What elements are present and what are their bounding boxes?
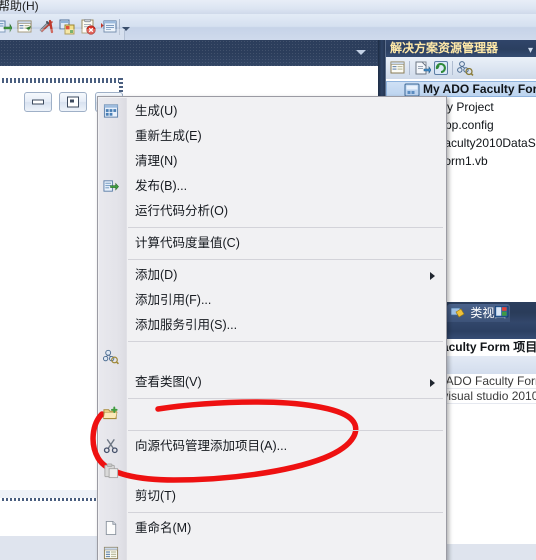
minimize-icon — [32, 99, 44, 105]
build-icon — [103, 103, 120, 120]
menu-item-label: 运行代码分析(O) — [135, 204, 229, 218]
maximize-button[interactable] — [59, 92, 88, 112]
menu-item-help[interactable]: 帮助(H) — [0, 0, 39, 13]
properties-icon[interactable] — [390, 60, 407, 76]
paste-icon — [103, 463, 120, 480]
menu-item-label: 添加引用(F)... — [135, 293, 212, 307]
submenu-arrow-icon — [430, 272, 435, 280]
menu-item-debug[interactable]: 查看类图(V) — [98, 370, 446, 395]
toolbar-overflow-button[interactable] — [120, 20, 131, 34]
toolbar-separator — [452, 61, 453, 75]
project-icon — [404, 83, 420, 97]
class-view-icon — [450, 306, 465, 318]
toolbar-button-output[interactable] — [99, 17, 119, 37]
menu-item-label: 清理(N) — [135, 154, 178, 168]
menu-separator — [128, 512, 443, 513]
menu-separator — [128, 398, 443, 399]
menu-item-label: 查看类图(V) — [135, 375, 202, 389]
publish-icon — [0, 19, 13, 35]
app-window: 帮助(H) 解决方案资源管理器 ▾ My ADO Faculty Form My… — [0, 0, 536, 560]
menu-item-label: 计算代码度量值(C) — [135, 236, 240, 250]
toolbar-button-publish[interactable] — [0, 17, 14, 37]
menu-item-add-reference[interactable]: 添加引用(F)... — [98, 288, 446, 313]
menu-separator — [128, 259, 443, 260]
menu-item-add-service-reference[interactable]: 添加服务引用(S)... — [98, 313, 446, 338]
menu-item-label: 重新生成(E) — [135, 129, 202, 143]
solution-explorer-toolbar — [386, 57, 536, 80]
tabwell-texture — [0, 40, 378, 66]
output-window-icon — [101, 19, 117, 35]
maximize-icon — [67, 96, 80, 108]
project-context-menu[interactable]: 生成(U) 重新生成(E) 清理(N) 发布(B)... 运行代码分析(O) 计… — [97, 96, 447, 560]
toolbar-button-toolbox[interactable] — [57, 17, 77, 37]
menu-item-calculate-code-metrics[interactable]: 计算代码度量值(C) — [98, 231, 446, 256]
menu-separator — [128, 341, 443, 342]
toolbar-button-properties-window[interactable] — [15, 17, 35, 37]
tools-options-icon — [38, 19, 54, 35]
menu-item-rename[interactable]: 剪切(T) — [98, 484, 446, 509]
menu-item-open-folder-in-windows-explorer[interactable]: 重命名(M) — [98, 516, 446, 541]
add-to-source-control-icon — [103, 406, 120, 423]
menu-separator — [128, 430, 443, 431]
menu-item-label: 添加(D) — [135, 268, 178, 282]
menu-item-label: 添加服务引用(S)... — [135, 318, 238, 332]
solution-explorer-title-label: 解决方案资源管理器 — [390, 41, 499, 55]
minimize-button[interactable] — [24, 92, 52, 112]
form-top-grip[interactable] — [0, 78, 122, 83]
menu-item-paste[interactable] — [98, 459, 446, 484]
tree-item-label: Faculty2010DataSet.xsd — [437, 136, 536, 150]
properties-window-icon — [17, 19, 33, 35]
menu-item-view-class-diagram[interactable] — [98, 345, 446, 370]
toolbar — [0, 14, 536, 54]
view-class-diagram-icon[interactable] — [457, 60, 474, 76]
menu-item-cut[interactable]: 向源代码管理添加项目(A)... — [98, 434, 446, 459]
show-all-files-icon[interactable] — [414, 60, 432, 76]
menu-item-properties[interactable] — [98, 541, 446, 560]
menu-item-label: 生成(U) — [135, 104, 178, 118]
menu-item-rebuild[interactable]: 重新生成(E) — [98, 124, 446, 149]
submenu-arrow-icon — [430, 379, 435, 387]
publish-icon — [103, 178, 120, 195]
menu-item-add-to-source-control[interactable] — [98, 402, 446, 427]
tabwell-dropdown-icon[interactable] — [356, 50, 366, 55]
menu-separator — [128, 227, 443, 228]
menu-item-clean[interactable]: 清理(N) — [98, 149, 446, 174]
solution-explorer-title: 解决方案资源管理器 ▾ — [386, 40, 536, 57]
menu-item-label: 向源代码管理添加项目(A)... — [135, 439, 288, 453]
toolbox-icon — [59, 19, 75, 35]
error-list-icon — [80, 18, 96, 35]
folder-open-icon — [103, 520, 120, 537]
toolbar-button-error-list[interactable] — [78, 17, 98, 37]
menu-item-add[interactable]: 添加(D) — [98, 263, 446, 288]
menu-bar: 帮助(H) — [0, 0, 536, 15]
menu-item-label: 重命名(M) — [135, 521, 192, 535]
menu-item-label: 发布(B)... — [135, 179, 188, 193]
properties-icon — [103, 545, 120, 560]
toolbar-separator — [409, 61, 410, 75]
tab-solution-explorer-icon[interactable] — [494, 305, 509, 318]
class-diagram-icon — [103, 349, 120, 366]
menu-item-label: 剪切(T) — [135, 489, 176, 503]
cut-icon — [103, 438, 120, 455]
panel-menu-icon[interactable]: ▾ — [528, 42, 533, 57]
menu-item-run-code-analysis[interactable]: 运行代码分析(O) — [98, 199, 446, 224]
refresh-icon[interactable] — [433, 60, 450, 76]
document-tabwell-background — [0, 40, 378, 66]
menu-item-publish[interactable]: 发布(B)... — [98, 174, 446, 199]
menu-item-build[interactable]: 生成(U) — [98, 99, 446, 124]
tree-item-label: My ADO Faculty Form — [423, 82, 536, 96]
toolbar-button-options[interactable] — [36, 17, 56, 37]
